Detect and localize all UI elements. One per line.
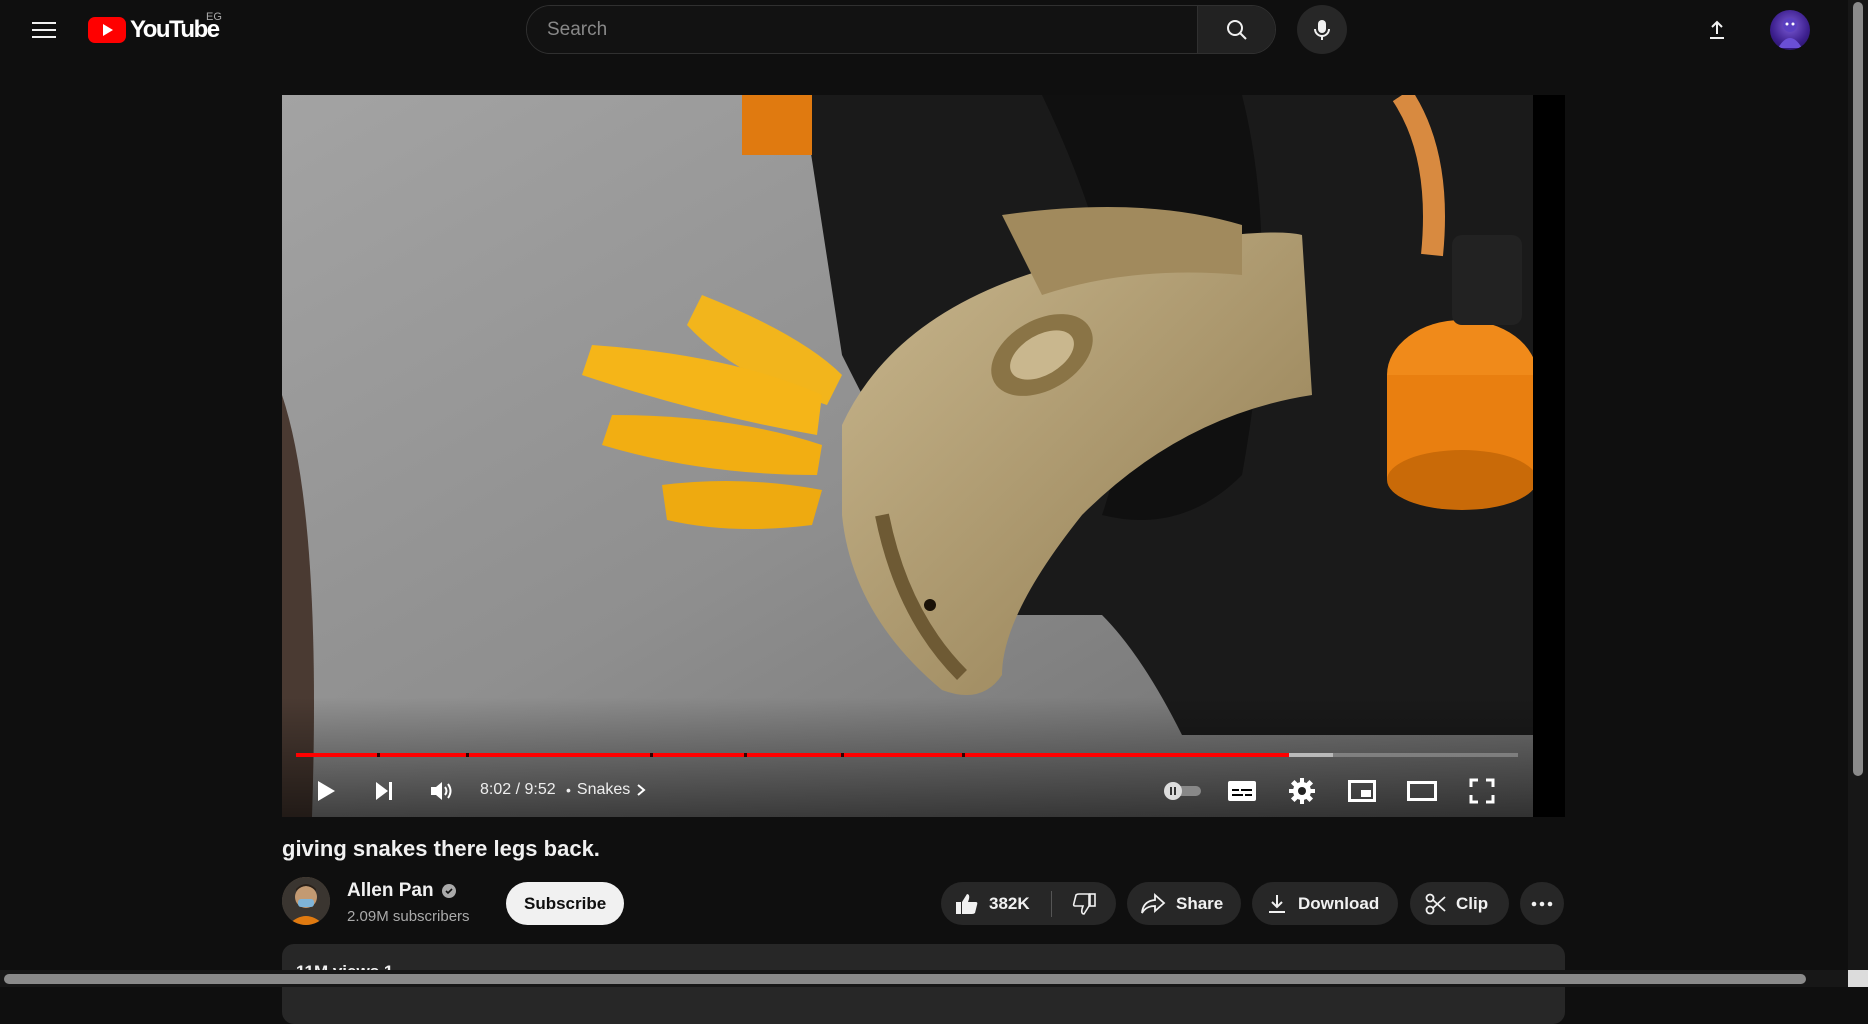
clip-label: Clip <box>1456 893 1489 913</box>
share-button[interactable]: Share <box>1127 882 1241 925</box>
next-icon <box>376 782 392 800</box>
autoplay-toggle[interactable] <box>1160 771 1206 811</box>
chapter-separator: • <box>566 782 571 798</box>
voice-search-button[interactable] <box>1297 5 1347 54</box>
scrollbar-corner <box>1848 970 1868 987</box>
search-button[interactable] <box>1197 6 1275 53</box>
chapter-marker <box>841 753 844 757</box>
chevron-right-icon <box>637 784 646 796</box>
download-button[interactable]: Download <box>1252 882 1398 925</box>
avatar-image <box>1778 18 1802 48</box>
autoplay-toggle-icon <box>1164 782 1201 800</box>
chapter-marker <box>744 753 748 757</box>
channel-avatar-image <box>282 877 330 925</box>
menu-line <box>32 22 56 24</box>
chapter-marker <box>650 753 654 757</box>
subtitles-icon <box>1228 781 1256 801</box>
miniplayer-button[interactable] <box>1342 771 1382 811</box>
chapter-marker <box>961 753 965 757</box>
scissors-icon <box>1425 893 1446 914</box>
theater-mode-icon <box>1407 781 1437 801</box>
miniplayer-icon <box>1348 780 1376 802</box>
channel-name-link[interactable]: Allen Pan <box>347 880 456 902</box>
fullscreen-button[interactable] <box>1462 771 1502 811</box>
account-avatar[interactable] <box>1770 10 1810 50</box>
download-label: Download <box>1298 893 1380 913</box>
vertical-scrollbar-thumb[interactable] <box>1853 2 1863 776</box>
settings-button[interactable] <box>1282 771 1322 811</box>
upload-icon <box>1710 20 1724 39</box>
microphone-icon <box>1314 19 1330 40</box>
theater-mode-button[interactable] <box>1402 771 1442 811</box>
chapter-button[interactable]: • Snakes <box>566 781 646 799</box>
time-display: 8:02 / 9:52 <box>480 781 556 798</box>
thumbs-up-icon <box>956 893 978 914</box>
progress-played <box>296 753 1290 757</box>
youtube-logo[interactable]: YouTube <box>88 16 220 44</box>
volume-icon <box>431 782 452 800</box>
search-box <box>526 5 1276 54</box>
verified-badge-icon <box>441 884 456 898</box>
menu-line <box>32 29 56 31</box>
channel-avatar[interactable] <box>282 877 330 925</box>
thumbs-down-icon <box>1072 892 1096 915</box>
mute-button[interactable] <box>422 771 462 811</box>
chapter-marker <box>376 753 380 757</box>
like-button[interactable]: 382K <box>941 882 1051 925</box>
fullscreen-icon <box>1469 778 1495 804</box>
dislike-button[interactable] <box>1052 882 1116 925</box>
like-dislike-group: 382K <box>941 882 1116 925</box>
guide-menu-button[interactable] <box>24 12 64 48</box>
horizontal-scrollbar-thumb[interactable] <box>4 974 1806 984</box>
video-title: giving snakes there legs back. <box>282 836 600 861</box>
search-input[interactable] <box>527 6 1197 53</box>
gear-icon <box>1289 778 1315 804</box>
masthead: YouTube EG <box>0 0 1848 60</box>
subscriber-count: 2.09M subscribers <box>347 908 470 925</box>
player-controls: 8:02 / 9:52 • Snakes <box>282 765 1533 817</box>
progress-bar[interactable] <box>296 753 1518 757</box>
video-player[interactable]: 8:02 / 9:52 • Snakes <box>282 95 1565 817</box>
share-label: Share <box>1176 893 1224 913</box>
subtitles-button[interactable] <box>1222 771 1262 811</box>
chapter-marker <box>465 753 469 757</box>
upload-button[interactable] <box>1697 10 1737 50</box>
more-actions-button[interactable] <box>1520 882 1564 925</box>
country-code: EG <box>206 11 222 23</box>
channel-name: Allen Pan <box>347 880 434 901</box>
search-icon <box>1226 19 1247 40</box>
download-icon <box>1269 894 1285 913</box>
play-button[interactable] <box>306 771 346 811</box>
chapter-title: Snakes <box>576 781 631 798</box>
like-count: 382K <box>989 893 1030 913</box>
clip-button[interactable]: Clip <box>1410 882 1509 925</box>
play-icon <box>318 781 335 801</box>
share-icon <box>1141 892 1166 913</box>
youtube-play-icon <box>88 17 126 43</box>
next-button[interactable] <box>364 771 404 811</box>
menu-line <box>32 36 56 38</box>
subscribe-button[interactable]: Subscribe <box>506 882 625 925</box>
more-horizontal-icon <box>1531 901 1553 906</box>
